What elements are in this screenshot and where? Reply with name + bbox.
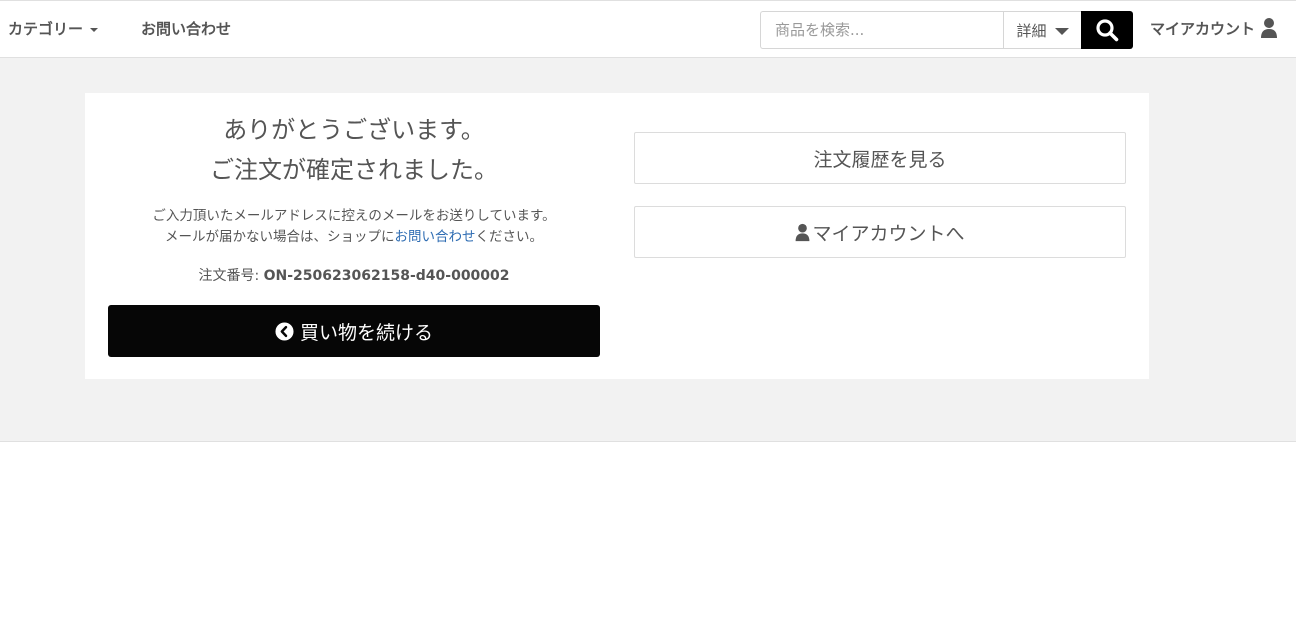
search-input[interactable] <box>760 11 1004 49</box>
myaccount-button[interactable]: マイアカウントへ <box>634 206 1126 258</box>
user-icon <box>1261 17 1278 39</box>
main-area: ありがとうございます。 ご注文が確定されました。 ご入力頂いたメールアドレスに控… <box>0 58 1296 442</box>
thanks-line-1: ありがとうございます。 <box>223 116 485 144</box>
user-icon <box>795 223 810 242</box>
chevron-down-icon <box>90 27 99 32</box>
mail-note-post: ください。 <box>475 229 544 245</box>
mail-note-line-1: ご入力頂いたメールアドレスに控えのメールをお送りしています。 <box>152 208 556 224</box>
history-label: 注文履歴を見る <box>813 148 947 171</box>
top-navbar: カテゴリー お問い合わせ 詳細 マイアカウント <box>0 0 1296 58</box>
detail-search-button[interactable]: 詳細 <box>1003 11 1082 49</box>
mail-note: ご入力頂いたメールアドレスに控えのメールをお送りしています。 メールが届かない場… <box>108 206 600 248</box>
chevron-down-icon <box>1054 27 1069 35</box>
account-label: マイアカウントへ <box>812 222 965 245</box>
order-number: 注文番号: ON-250623062158-d40-000002 <box>108 265 600 285</box>
chevron-left-circle-icon <box>275 321 294 341</box>
mail-note-pre: メールが届かない場合は、ショップに <box>165 229 395 245</box>
category-label: カテゴリー <box>8 20 84 38</box>
contact-link[interactable]: お問い合わせ <box>141 18 231 39</box>
order-history-button[interactable]: 注文履歴を見る <box>634 132 1126 184</box>
mail-note-line-2: メールが届かない場合は、ショップにお問い合わせください。 <box>108 227 600 248</box>
continue-shopping-button[interactable]: 買い物を続ける <box>108 305 600 357</box>
detail-label: 詳細 <box>1016 21 1047 40</box>
order-number-value: ON-250623062158-d40-000002 <box>263 268 510 284</box>
continue-label: 買い物を続ける <box>299 321 433 344</box>
contact-inline-link[interactable]: お問い合わせ <box>395 229 476 245</box>
order-complete-card: ありがとうございます。 ご注文が確定されました。 ご入力頂いたメールアドレスに控… <box>85 93 1149 379</box>
category-dropdown[interactable]: カテゴリー <box>8 18 99 39</box>
search-icon <box>1096 19 1119 42</box>
myaccount-label: マイアカウント <box>1150 19 1256 38</box>
search-button[interactable] <box>1081 11 1133 49</box>
thanks-line-2: ご注文が確定されました。 <box>210 156 498 184</box>
order-number-label: 注文番号: <box>198 268 264 284</box>
myaccount-link[interactable]: マイアカウント <box>1150 17 1278 39</box>
thanks-heading: ありがとうございます。 ご注文が確定されました。 <box>108 110 600 190</box>
